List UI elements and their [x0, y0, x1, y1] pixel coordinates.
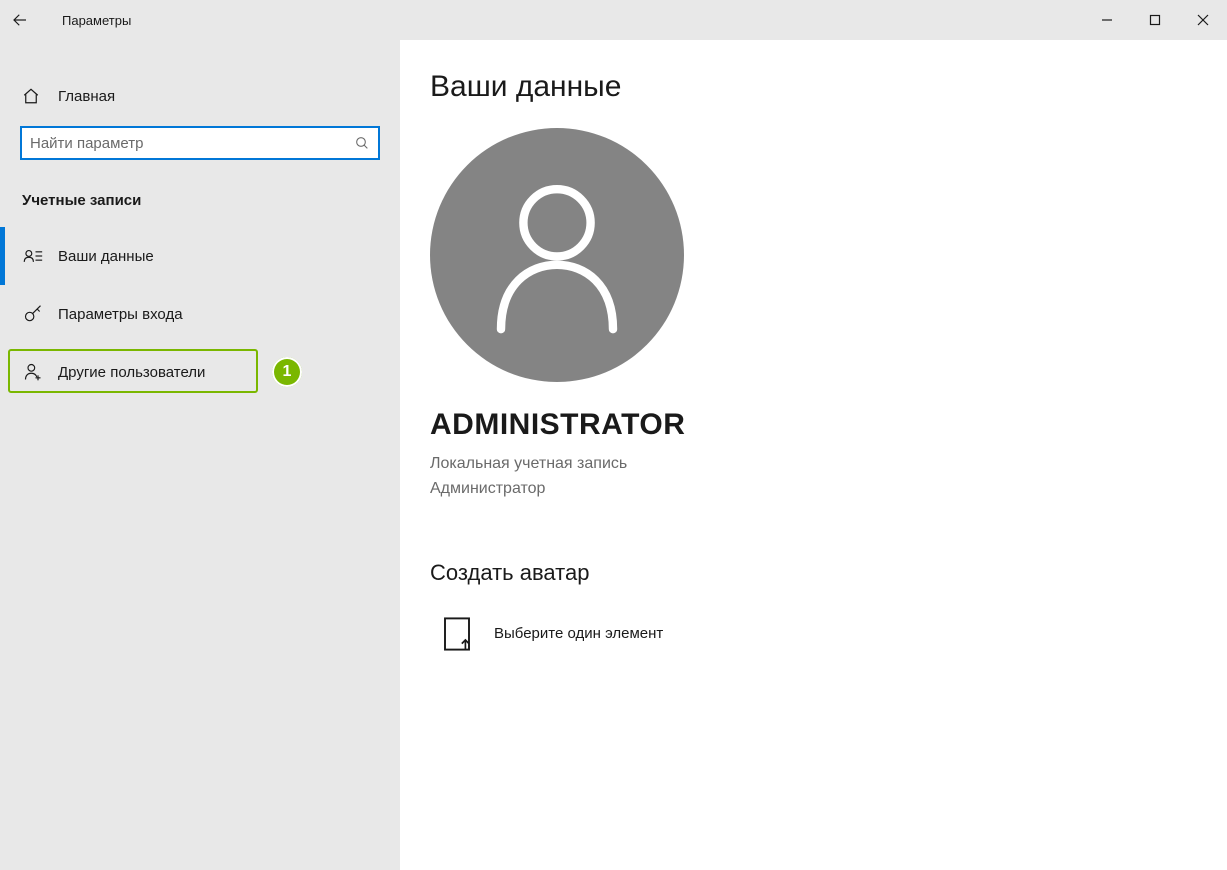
sidebar-home-label: Главная	[58, 88, 115, 105]
create-avatar-heading: Создать аватар	[430, 560, 1197, 586]
account-name: ADMINISTRATOR	[430, 408, 1197, 442]
sidebar-section-title: Учетные записи	[0, 178, 400, 227]
person-icon	[487, 175, 627, 335]
avatar	[430, 128, 684, 382]
sidebar-item-other-users[interactable]: Другие пользователи 1	[0, 343, 400, 401]
close-icon	[1197, 14, 1209, 26]
main-content: Ваши данные ADMINISTRATOR Локальная учет…	[400, 40, 1227, 870]
key-icon	[22, 304, 44, 324]
avatar-picker-row[interactable]: Выберите один элемент	[430, 616, 1197, 652]
person-add-icon	[22, 362, 44, 382]
close-button[interactable]	[1179, 0, 1227, 40]
account-type: Локальная учетная запись	[430, 452, 1197, 477]
arrow-left-icon	[11, 11, 29, 29]
sidebar-home[interactable]: Главная	[0, 70, 400, 122]
sidebar: Главная Учетные записи	[0, 40, 400, 870]
search-icon	[354, 135, 370, 151]
sidebar-item-signin-options[interactable]: Параметры входа	[0, 285, 400, 343]
person-card-icon	[22, 247, 44, 265]
window-title: Параметры	[62, 13, 131, 28]
back-button[interactable]	[0, 0, 40, 40]
window-controls	[1083, 0, 1227, 40]
minimize-button[interactable]	[1083, 0, 1131, 40]
avatar-picker-label: Выберите один элемент	[494, 625, 663, 642]
browse-file-icon	[442, 616, 472, 652]
titlebar: Параметры	[0, 0, 1227, 40]
search-input-wrapper[interactable]	[20, 126, 380, 160]
account-role: Администратор	[430, 477, 1197, 502]
maximize-button[interactable]	[1131, 0, 1179, 40]
sidebar-item-label: Другие пользователи	[58, 364, 205, 381]
minimize-icon	[1101, 14, 1113, 26]
maximize-icon	[1149, 14, 1161, 26]
sidebar-item-label: Параметры входа	[58, 306, 183, 323]
sidebar-item-label: Ваши данные	[58, 248, 154, 265]
sidebar-item-your-info[interactable]: Ваши данные	[0, 227, 400, 285]
search-input[interactable]	[30, 135, 354, 152]
page-heading: Ваши данные	[430, 70, 1197, 104]
home-icon	[22, 87, 40, 105]
annotation-badge: 1	[272, 357, 302, 387]
